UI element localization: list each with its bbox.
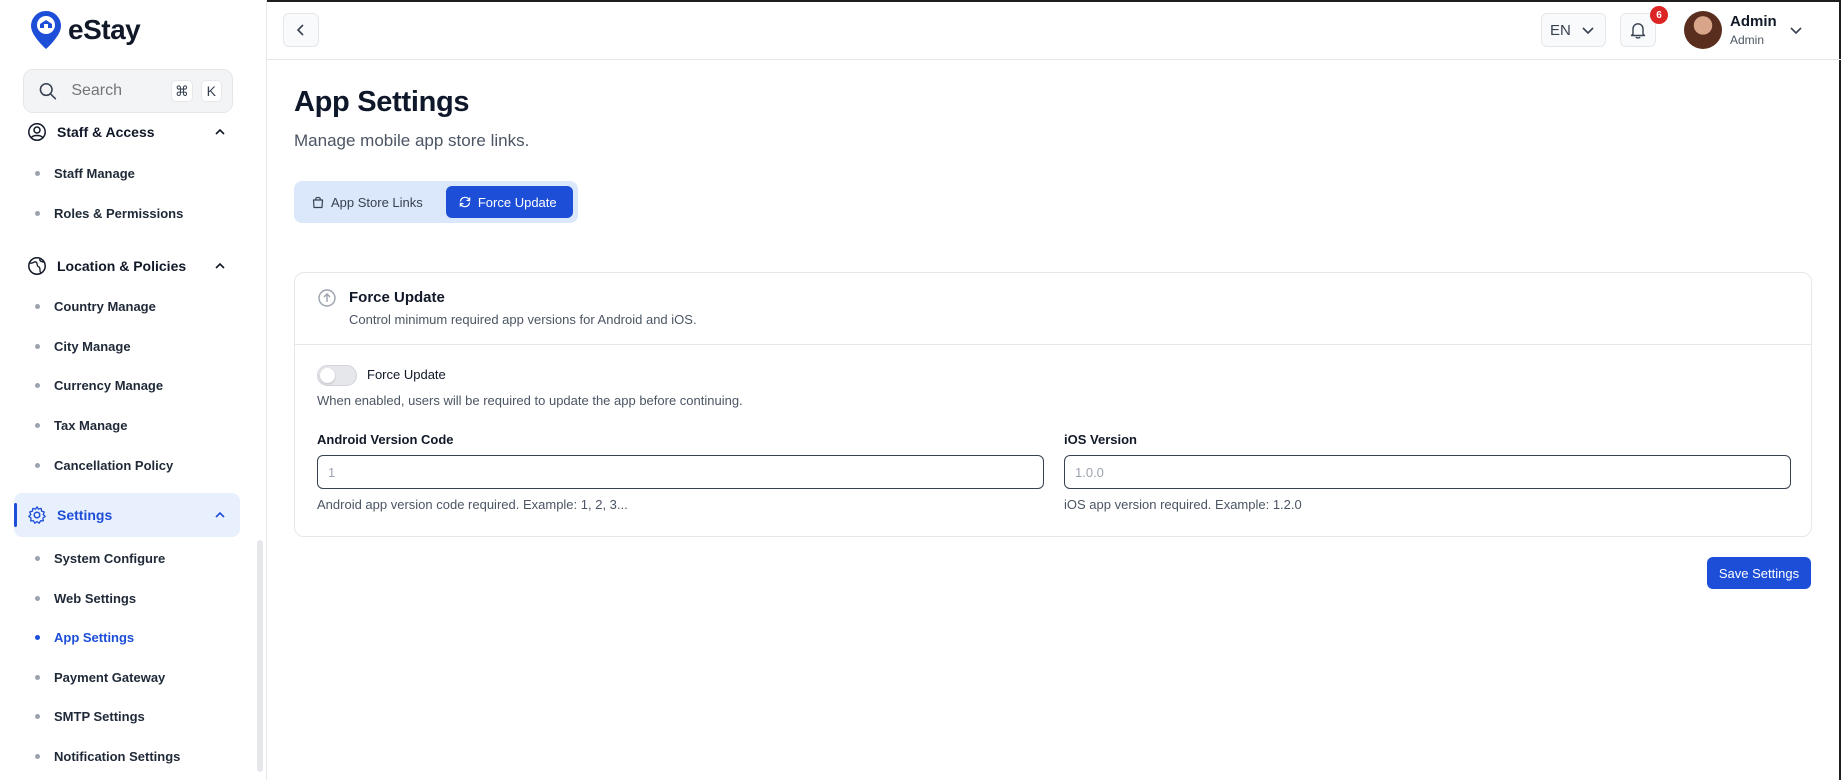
sidebar-item-city-manage[interactable]: City Manage — [35, 334, 131, 358]
card-description: Control minimum required app versions fo… — [349, 312, 697, 327]
user-role: Admin — [1730, 33, 1765, 47]
tab-label: App Store Links — [331, 194, 423, 210]
sidebar-item-roles-permissions[interactable]: Roles & Permissions — [35, 201, 183, 225]
sidebar-item-label: App Settings — [54, 629, 135, 645]
chevron-left-icon — [296, 24, 304, 36]
sidebar-scrollbar[interactable] — [257, 540, 263, 772]
sidebar-item-app-settings[interactable]: App Settings — [35, 625, 134, 649]
shortcut-mod-key: ⌘ — [171, 80, 193, 102]
shortcut-k-key: K — [200, 80, 222, 102]
ios-version-input[interactable] — [1064, 455, 1791, 489]
sidebar-item-label: Currency Manage — [54, 377, 164, 393]
sidebar-item-web-settings[interactable]: Web Settings — [35, 586, 136, 610]
sidebar-item-tax-manage[interactable]: Tax Manage — [35, 413, 127, 437]
bullet-dot — [35, 210, 40, 216]
user-name[interactable]: Admin — [1730, 13, 1777, 30]
sidebar-item-label: Notification Settings — [54, 748, 181, 764]
shopping-bag-icon — [312, 196, 324, 209]
force-update-card: Force Update Control minimum required ap… — [294, 272, 1812, 537]
chevron-up-icon[interactable] — [214, 509, 226, 521]
chevron-down-icon[interactable] — [1789, 23, 1803, 37]
search-icon — [39, 82, 57, 100]
chevron-up-icon[interactable] — [214, 126, 226, 138]
tab-app-store-links[interactable]: App Store Links — [299, 186, 442, 218]
sidebar: eStay ⌘ K Staff & Access Staff Manage Ro… — [0, 0, 267, 780]
refresh-icon — [459, 196, 471, 208]
page-title: App Settings — [294, 86, 470, 118]
bullet-dot — [35, 382, 40, 388]
chevron-up-icon[interactable] — [214, 260, 226, 272]
notification-count-badge: 6 — [1650, 6, 1668, 24]
sidebar-item-notification-settings[interactable]: Notification Settings — [35, 744, 180, 768]
toggle-label: Force Update — [367, 367, 446, 382]
brand[interactable]: eStay — [30, 10, 141, 50]
sidebar-item-staff-manage[interactable]: Staff Manage — [35, 161, 135, 185]
avatar[interactable] — [1684, 11, 1722, 49]
card-header: Force Update Control minimum required ap… — [295, 273, 1811, 345]
sidebar-group-settings[interactable]: Settings — [14, 493, 240, 537]
bullet-dot — [35, 343, 40, 349]
top-header: EN 6 Admin Admin — [267, 0, 1841, 60]
sidebar-item-label: System Configure — [54, 550, 166, 566]
force-update-toggle[interactable] — [317, 365, 357, 386]
sidebar-item-label: Roles & Permissions — [54, 205, 184, 221]
location-pin-logo-icon — [31, 11, 61, 49]
android-version-input[interactable] — [317, 455, 1044, 489]
page-subtitle: Manage mobile app store links. — [294, 131, 530, 150]
sidebar-item-label: Staff Manage — [54, 165, 135, 181]
ios-version-help: iOS app version required. Example: 1.2.0 — [1064, 497, 1302, 512]
settings-tabs: App Store Links Force Update — [294, 181, 578, 223]
brand-name: eStay — [68, 14, 141, 45]
search-box[interactable]: ⌘ K — [23, 69, 233, 113]
chevron-down-icon — [1582, 27, 1594, 35]
save-settings-button[interactable]: Save Settings — [1707, 557, 1811, 589]
sidebar-item-label: Tax Manage — [54, 417, 128, 433]
sidebar-item-label: SMTP Settings — [54, 708, 145, 724]
tab-force-update[interactable]: Force Update — [445, 186, 573, 218]
sidebar-item-currency-manage[interactable]: Currency Manage — [35, 373, 163, 397]
bullet-dot — [35, 713, 40, 719]
android-version-label: Android Version Code — [317, 432, 454, 447]
sidebar-group-label: Settings — [57, 507, 113, 523]
sidebar-item-label: Cancellation Policy — [54, 457, 174, 473]
language-value: EN — [1550, 21, 1571, 39]
arrow-up-circle-icon — [318, 289, 336, 307]
tab-label: Force Update — [477, 194, 557, 210]
bullet-dot — [35, 753, 40, 759]
toggle-help-text: When enabled, users will be required to … — [317, 393, 743, 408]
bullet-dot — [35, 674, 40, 680]
android-version-help: Android app version code required. Examp… — [317, 497, 628, 512]
user-circle-icon — [28, 123, 46, 141]
sidebar-group-label: Location & Policies — [57, 258, 187, 274]
card-title: Force Update — [349, 289, 445, 306]
sidebar-item-payment-gateway[interactable]: Payment Gateway — [35, 665, 165, 689]
sidebar-group-label: Staff & Access — [57, 124, 155, 140]
sidebar-item-country-manage[interactable]: Country Manage — [35, 294, 156, 318]
sidebar-item-label: Web Settings — [54, 590, 137, 606]
gear-icon — [28, 506, 46, 524]
bell-icon — [1630, 23, 1646, 39]
sidebar-item-label: Country Manage — [54, 298, 156, 314]
bullet-dot — [35, 422, 40, 428]
bullet-dot — [35, 170, 40, 176]
sidebar-group-location-policies[interactable]: Location & Policies — [14, 244, 240, 288]
bullet-dot — [35, 634, 40, 640]
bullet-dot — [35, 555, 40, 561]
bullet-dot — [35, 462, 40, 468]
sidebar-item-cancellation-policy[interactable]: Cancellation Policy — [35, 453, 173, 477]
active-indicator — [14, 503, 17, 527]
back-button[interactable] — [283, 13, 319, 47]
language-select[interactable]: EN — [1541, 13, 1606, 47]
sidebar-group-staff-access[interactable]: Staff & Access — [14, 110, 240, 154]
sidebar-item-smtp-settings[interactable]: SMTP Settings — [35, 704, 145, 728]
bullet-dot — [35, 303, 40, 309]
bullet-dot — [35, 595, 40, 601]
sidebar-item-label: Payment Gateway — [54, 669, 166, 685]
sidebar-item-system-configure[interactable]: System Configure — [35, 546, 165, 570]
globe-icon — [28, 257, 46, 275]
ios-version-label: iOS Version — [1064, 432, 1137, 447]
sidebar-item-label: City Manage — [54, 338, 131, 354]
search-input[interactable] — [71, 82, 168, 100]
toggle-knob — [320, 368, 335, 383]
